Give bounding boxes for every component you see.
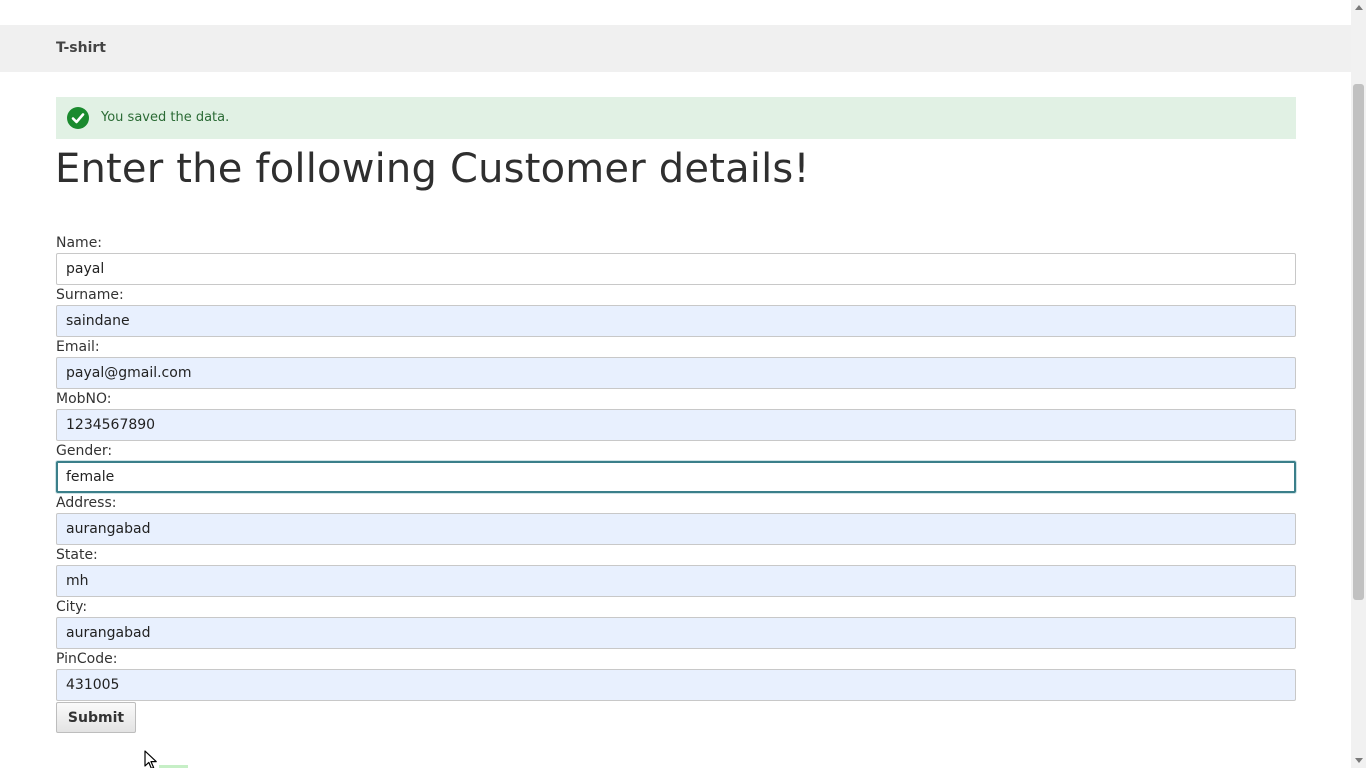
field-label: Name: — [56, 235, 103, 251]
field-email: Email: — [56, 338, 1296, 390]
breadcrumb: T-shirt — [0, 25, 1351, 72]
field-address: Address: — [56, 494, 1296, 546]
field-name: Name: — [56, 234, 1296, 286]
scroll-down-arrow-icon[interactable] — [1355, 758, 1363, 763]
pincode-input[interactable] — [56, 669, 1296, 701]
gender-input[interactable] — [56, 461, 1296, 493]
customer-form: Name: Surname: Email: MobNO: Gender: Add… — [56, 234, 1296, 702]
field-surname: Surname: — [56, 286, 1296, 338]
state-input[interactable] — [56, 565, 1296, 597]
address-input[interactable] — [56, 513, 1296, 545]
status-message: You saved the data. — [56, 97, 1296, 139]
surname-input[interactable] — [56, 305, 1296, 337]
field-city: City: — [56, 598, 1296, 650]
field-pincode: PinCode: — [56, 650, 1296, 702]
breadcrumb-item[interactable]: T-shirt — [56, 40, 106, 56]
field-label: City: — [56, 599, 88, 615]
check-circle-icon — [67, 107, 89, 129]
field-label: MobNO: — [56, 391, 112, 407]
field-mobno: MobNO: — [56, 390, 1296, 442]
field-label: Surname: — [56, 287, 124, 303]
submit-button[interactable]: Submit — [56, 702, 136, 733]
city-input[interactable] — [56, 617, 1296, 649]
vertical-scrollbar[interactable] — [1351, 0, 1366, 768]
field-label: Gender: — [56, 443, 113, 459]
field-label: State: — [56, 547, 98, 563]
field-state: State: — [56, 546, 1296, 598]
field-label: Address: — [56, 495, 117, 511]
field-label: Email: — [56, 339, 100, 355]
email-input[interactable] — [56, 357, 1296, 389]
name-input[interactable] — [56, 253, 1296, 285]
field-gender: Gender: — [56, 442, 1296, 494]
top-bar — [0, 0, 1351, 25]
scroll-up-arrow-icon[interactable] — [1355, 5, 1363, 10]
page-title: Enter the following Customer details! — [55, 146, 810, 192]
status-text: You saved the data. — [101, 110, 230, 125]
scrollbar-thumb[interactable] — [1353, 84, 1364, 600]
page: T-shirt You saved the data. Enter the fo… — [0, 0, 1366, 768]
field-label: PinCode: — [56, 651, 118, 667]
mobno-input[interactable] — [56, 409, 1296, 441]
mouse-pointer-icon — [144, 750, 158, 768]
